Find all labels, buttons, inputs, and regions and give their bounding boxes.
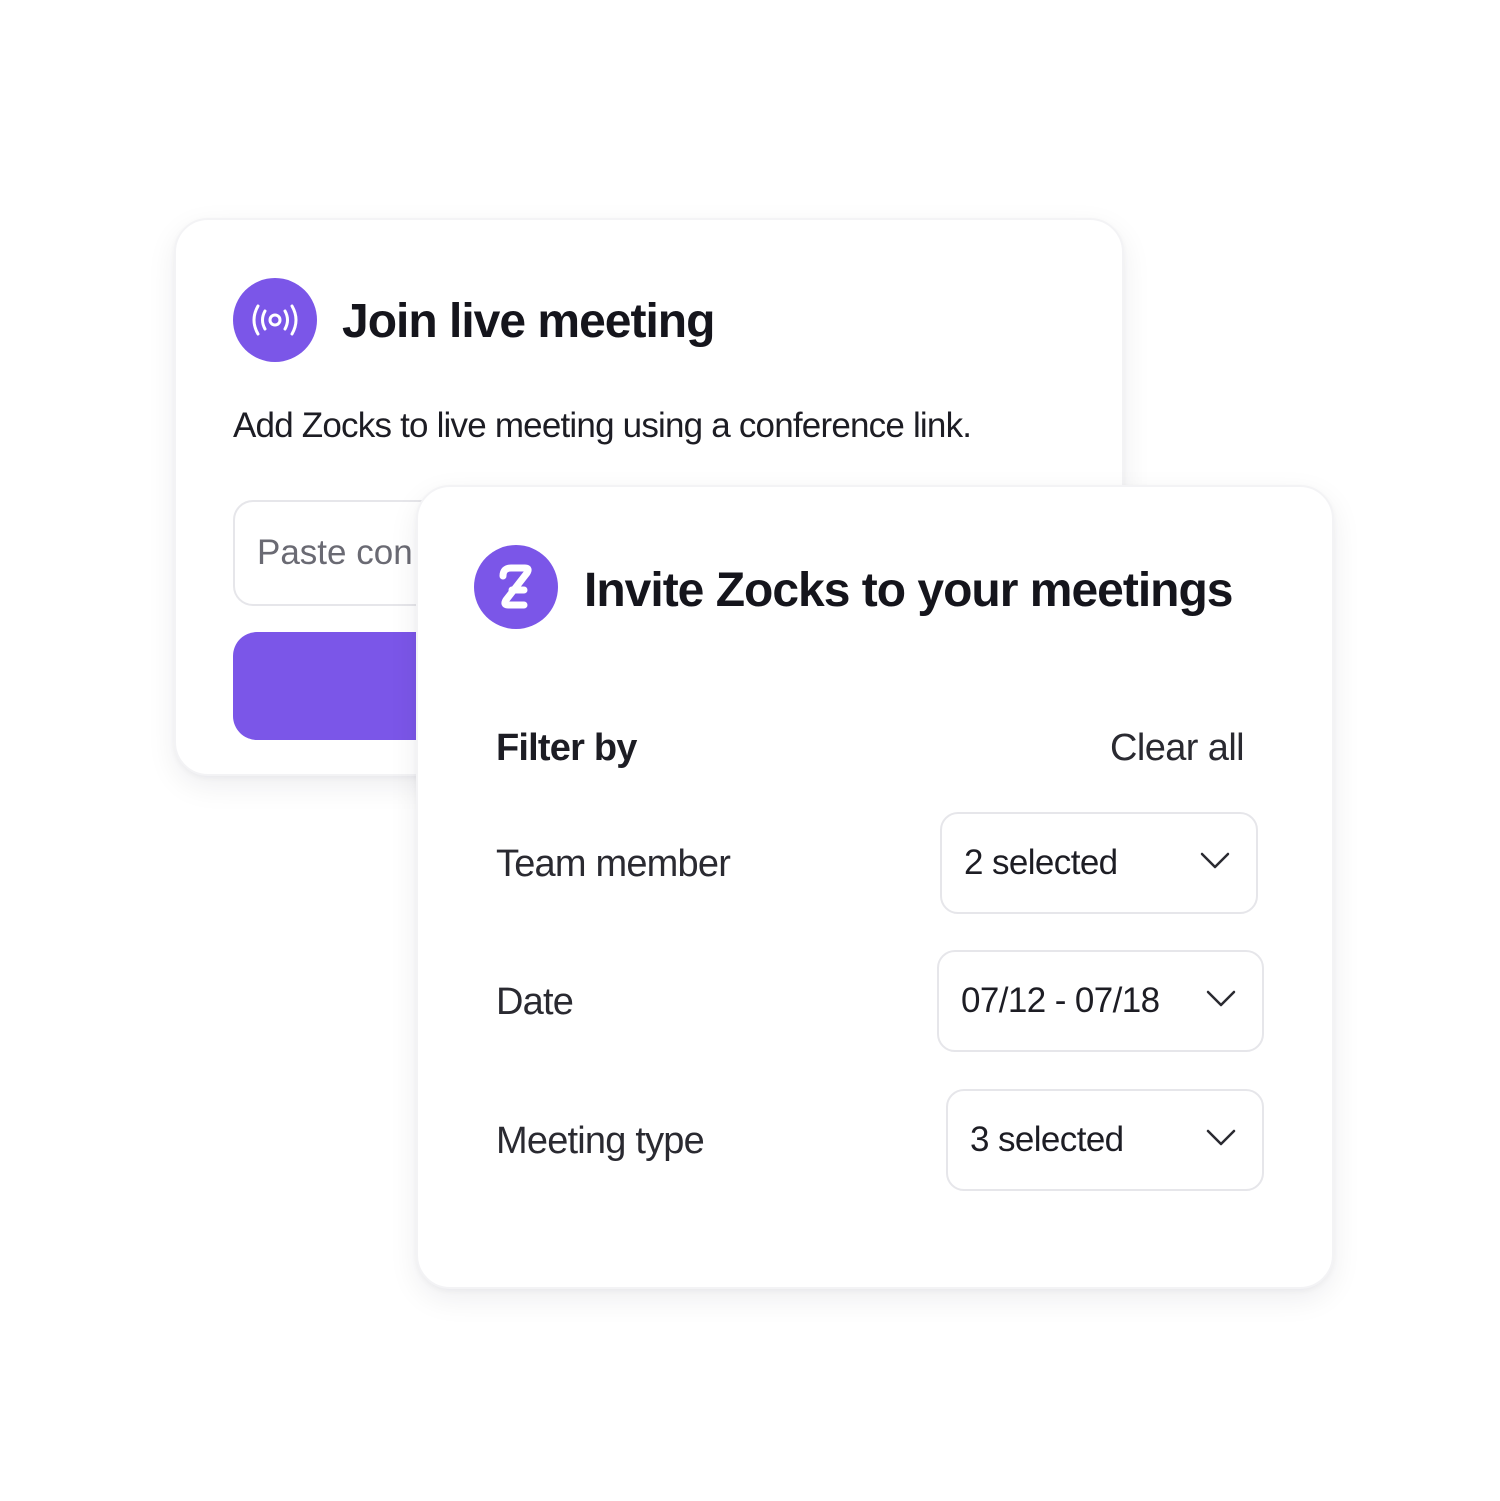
stage: Join live meeting Add Zocks to live meet… xyxy=(0,0,1500,1501)
clear-all-button[interactable]: Clear all xyxy=(1110,727,1245,770)
filter-heading: Filter by xyxy=(496,727,637,769)
meeting-type-select[interactable]: 3 selected xyxy=(946,1089,1264,1191)
team-member-select-value: 2 selected xyxy=(964,843,1118,882)
join-card-title: Join live meeting xyxy=(342,295,715,348)
broadcast-icon xyxy=(233,278,317,362)
chevron-down-icon xyxy=(1206,990,1236,1007)
meeting-type-select-value: 3 selected xyxy=(970,1120,1124,1159)
chevron-down-icon xyxy=(1206,1129,1236,1146)
team-member-select[interactable]: 2 selected xyxy=(940,812,1258,914)
invite-card-title: Invite Zocks to your meetings xyxy=(584,564,1233,617)
date-select[interactable]: 07/12 - 07/18 xyxy=(937,950,1264,1052)
filter-label-meeting-type: Meeting type xyxy=(496,1120,705,1162)
date-select-value: 07/12 - 07/18 xyxy=(961,981,1160,1020)
invite-zocks-card: Invite Zocks to your meetings Filter by … xyxy=(416,485,1334,1289)
filter-label-team-member: Team member xyxy=(496,843,731,885)
zocks-logo-icon xyxy=(474,545,558,629)
chevron-down-icon xyxy=(1200,852,1230,869)
join-card-subtitle: Add Zocks to live meeting using a confer… xyxy=(233,406,972,445)
filter-label-date: Date xyxy=(496,981,574,1023)
